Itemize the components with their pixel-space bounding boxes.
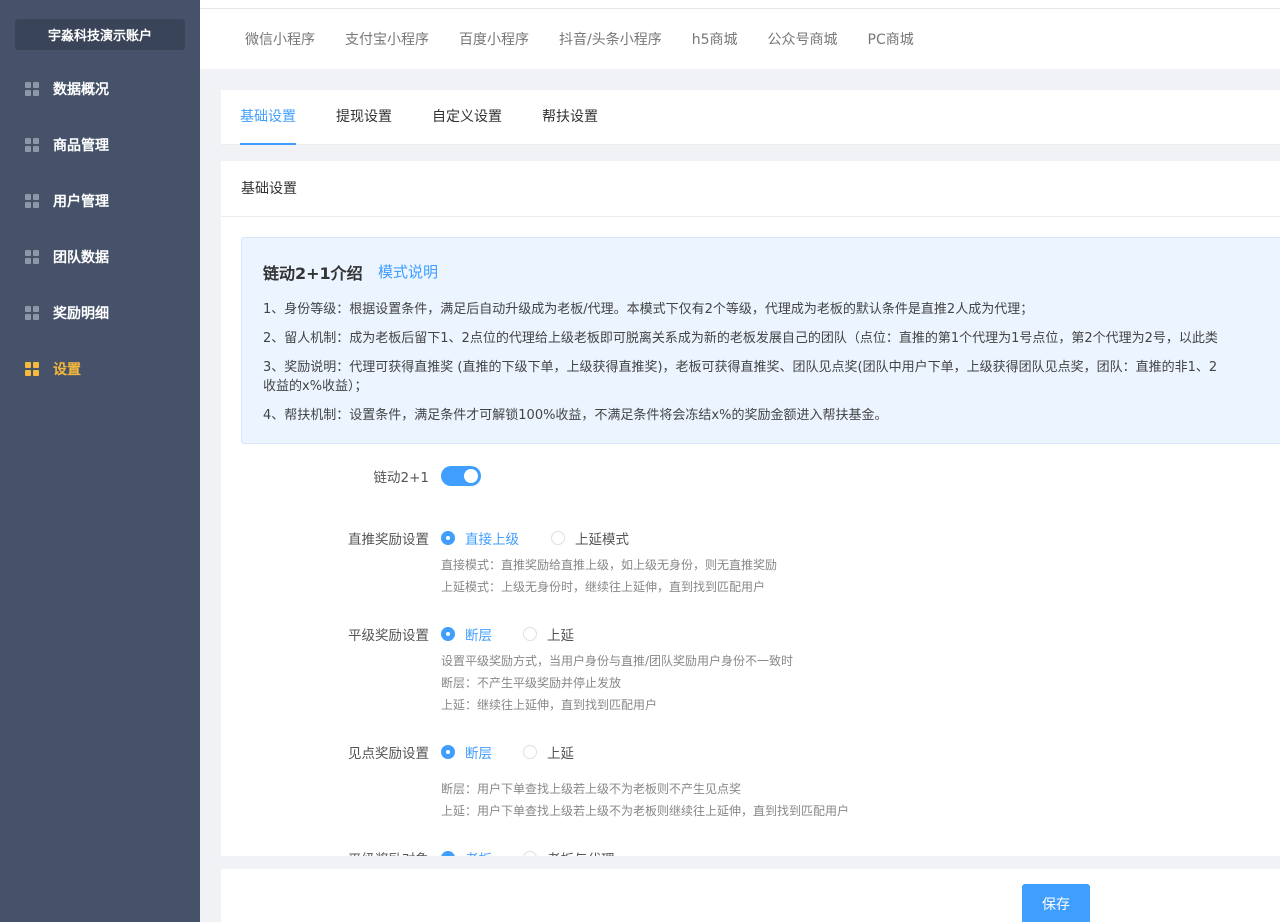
- direct-reward-label: 直推奖励设置: [348, 532, 429, 548]
- sidebar-item-label: 奖励明细: [53, 306, 109, 322]
- sidebar-item-rewards[interactable]: 奖励明细: [0, 285, 200, 341]
- direct-reward-hint-2: 上延模式：上级无身份时，继续往上延伸，直到找到匹配用户: [441, 580, 766, 594]
- tab-withdraw-settings[interactable]: 提现设置: [336, 90, 392, 145]
- platform-tab-official-account[interactable]: 公众号商城: [768, 29, 838, 49]
- sidebar-item-users[interactable]: 用户管理: [0, 173, 200, 229]
- platform-tabs: 微信小程序 支付宝小程序 百度小程序 抖音/头条小程序 h5商城 公众号商城 P…: [200, 8, 1280, 69]
- intro-line-1: 1、身份等级：根据设置条件，满足后自动升级成为老板/代理。本模式下仅有2个等级，…: [263, 302, 1034, 317]
- platform-tab-baidu[interactable]: 百度小程序: [459, 29, 529, 49]
- platform-tab-alipay[interactable]: 支付宝小程序: [345, 29, 429, 49]
- grid-icon: [25, 362, 39, 376]
- sidebar-item-settings[interactable]: 设置: [0, 341, 200, 397]
- tab-basic-settings[interactable]: 基础设置: [240, 90, 296, 145]
- intro-line-4: 4、帮扶机制：设置条件，满足条件才可解锁100%收益，不满足条件将会冻结x%的奖…: [263, 408, 888, 423]
- radio-label: 上延: [547, 746, 574, 762]
- radio-label: 断层: [465, 746, 492, 762]
- point-reward-hint-1: 断层：用户下单查找上级若上级不为老板则不产生见点奖: [441, 782, 742, 796]
- radio-label: 上延模式: [575, 532, 629, 548]
- tab-support-settings[interactable]: 帮扶设置: [542, 90, 598, 145]
- account-name[interactable]: 宇淼科技演示账户: [15, 19, 185, 50]
- radio-dot: [551, 531, 565, 545]
- sidebar-item-label: 商品管理: [53, 138, 109, 154]
- direct-reward-hint-1: 直接模式：直推奖励给直推上级，如上级无身份，则无直推奖励: [441, 558, 778, 572]
- intro-line-3-cont: 收益的x%收益）；: [263, 379, 368, 394]
- liandong-switch[interactable]: [441, 466, 481, 486]
- platform-tab-douyin[interactable]: 抖音/头条小程序: [559, 29, 662, 49]
- grid-icon: [25, 194, 39, 208]
- radio-label: 上延: [547, 628, 574, 644]
- switch-knob: [464, 469, 478, 483]
- point-reward-option-break[interactable]: 断层: [441, 742, 492, 762]
- level-target-option-boss[interactable]: 老板: [441, 848, 492, 856]
- platform-tab-h5[interactable]: h5商城: [692, 29, 738, 49]
- grid-icon: [25, 306, 39, 320]
- platform-tab-pc[interactable]: PC商城: [868, 29, 914, 49]
- radio-dot: [523, 745, 537, 759]
- save-button[interactable]: 保存: [1022, 884, 1090, 922]
- level-reward-hint-1: 设置平级奖励方式，当用户身份与直推/团队奖励用户身份不一致时: [441, 654, 794, 668]
- level-target-option-boss-agent[interactable]: 老板与代理: [523, 848, 615, 856]
- top-strip: [200, 0, 1280, 8]
- grid-icon: [25, 138, 39, 152]
- radio-dot: [523, 627, 537, 641]
- grid-icon: [25, 250, 39, 264]
- sidebar-item-products[interactable]: 商品管理: [0, 117, 200, 173]
- level-reward-option-extend[interactable]: 上延: [523, 624, 574, 644]
- card-title: 基础设置: [221, 161, 1280, 217]
- intro-line-3: 3、奖励说明：代理可获得直推奖 (直推的下级下单，上级获得直推奖)，老板可获得直…: [263, 360, 1218, 375]
- tab-custom-settings[interactable]: 自定义设置: [432, 90, 502, 145]
- point-reward-hint-2: 上延：用户下单查找上级若上级不为老板则继续往上延伸，直到找到匹配用户: [441, 804, 850, 818]
- point-reward-option-extend[interactable]: 上延: [523, 742, 574, 762]
- sidebar-item-team-data[interactable]: 团队数据: [0, 229, 200, 285]
- settings-card: 基础设置 链动2+1介绍 模式说明 1、身份等级：根据设置条件，满足后自动升级成…: [221, 161, 1280, 856]
- settings-tabs: 基础设置 提现设置 自定义设置 帮扶设置: [221, 90, 1280, 145]
- intro-line-2: 2、留人机制：成为老板后留下1、2点位的代理给上级老板即可脱离关系成为新的老板发…: [263, 331, 1218, 346]
- liandong-label: 链动2+1: [373, 470, 430, 486]
- sidebar-item-data-overview[interactable]: 数据概况: [0, 61, 200, 117]
- intro-panel: 链动2+1介绍 模式说明 1、身份等级：根据设置条件，满足后自动升级成为老板/代…: [241, 237, 1280, 444]
- radio-dot: [441, 745, 455, 759]
- radio-dot: [441, 851, 455, 856]
- mode-explain-link[interactable]: 模式说明: [378, 261, 438, 282]
- level-reward-hint-2: 断层：不产生平级奖励并停止发放: [441, 676, 622, 690]
- grid-icon: [25, 82, 39, 96]
- level-target-label: 平级奖励对象: [221, 848, 429, 856]
- sidebar-menu: 数据概况 商品管理 用户管理 团队数据 奖励明细 设置: [0, 61, 200, 397]
- level-reward-option-break[interactable]: 断层: [441, 624, 492, 644]
- direct-reward-option-extend[interactable]: 上延模式: [551, 528, 629, 548]
- radio-label: 老板: [465, 848, 492, 856]
- radio-label: 老板与代理: [547, 848, 615, 856]
- intro-title: 链动2+1介绍: [263, 264, 363, 283]
- sidebar-item-label: 用户管理: [53, 194, 109, 210]
- level-reward-hint-3: 上延：继续往上延伸，直到找到匹配用户: [441, 698, 658, 712]
- radio-label: 断层: [465, 628, 492, 644]
- sidebar: 宇淼科技演示账户 数据概况 商品管理 用户管理 团队数据 奖励明细 设置: [0, 0, 200, 922]
- direct-reward-option-direct[interactable]: 直接上级: [441, 528, 519, 548]
- radio-dot: [441, 627, 455, 641]
- platform-tab-wechat[interactable]: 微信小程序: [245, 29, 315, 49]
- footer-bar: 保存: [221, 869, 1280, 922]
- sidebar-item-label: 数据概况: [53, 82, 109, 98]
- radio-label: 直接上级: [465, 532, 519, 548]
- sidebar-item-label: 设置: [53, 362, 81, 378]
- sidebar-item-label: 团队数据: [53, 250, 109, 266]
- level-reward-label: 平级奖励设置: [348, 628, 429, 644]
- radio-dot: [523, 851, 537, 856]
- point-reward-label: 见点奖励设置: [348, 746, 429, 762]
- radio-dot: [441, 531, 455, 545]
